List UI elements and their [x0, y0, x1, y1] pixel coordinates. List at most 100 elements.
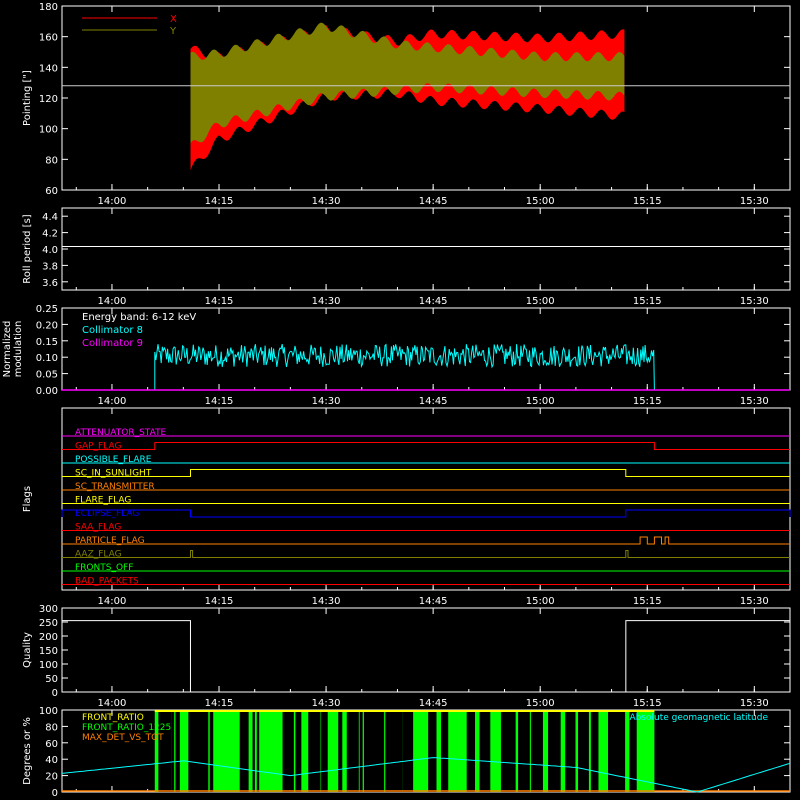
front-ratio-gap: [552, 710, 561, 792]
y-tick-label: 300: [39, 604, 58, 615]
flag-line: [62, 469, 790, 477]
front-ratio-gap: [295, 710, 302, 792]
y-tick-label: 140: [39, 63, 58, 74]
x-tick-label: 15:30: [740, 196, 769, 207]
legend-label: Collimator 9: [82, 338, 143, 349]
front-ratio-gap: [488, 710, 491, 792]
y-tick-label: 0.15: [36, 337, 58, 348]
x-tick-label: 15:30: [740, 596, 769, 607]
y-tick-label: 0.25: [36, 304, 58, 315]
y-tick-label: 3.8: [42, 261, 58, 272]
x-tick-label: 15:15: [633, 296, 662, 307]
front-ratio-gap: [171, 710, 175, 792]
y-tick-label: 0.10: [36, 353, 58, 364]
x-tick-label: 14:15: [205, 396, 234, 407]
y-tick-label: 0.05: [36, 370, 58, 381]
x-tick-label: 15:00: [526, 698, 555, 709]
y-tick-label: 250: [39, 618, 58, 629]
y-axis-label: Normalized: [2, 321, 13, 378]
x-tick-label: 14:30: [312, 396, 341, 407]
front-ratio-gap: [325, 710, 328, 792]
legend-label: FRONT_RATIO_1225: [82, 723, 171, 733]
x-tick-label: 14:30: [312, 296, 341, 307]
y-axis-label: Degrees or %: [22, 717, 33, 785]
y-tick-label: 40: [45, 755, 58, 766]
front-ratio-gap: [192, 710, 202, 792]
y-tick-label: 4.2: [42, 229, 58, 240]
legend-label: Collimator 8: [82, 325, 143, 336]
x-tick-label: 14:45: [419, 698, 448, 709]
x-tick-label: 15:30: [740, 396, 769, 407]
front-ratio-gap: [466, 710, 476, 792]
y-tick-label: 0.20: [36, 320, 58, 331]
x-tick-label: 14:30: [312, 596, 341, 607]
x-tick-label: 15:00: [526, 396, 555, 407]
legend-label: Y: [169, 26, 177, 37]
y-tick-label: 20: [45, 772, 58, 783]
front-ratio-gap: [406, 710, 412, 792]
front-ratio-gap: [308, 710, 319, 792]
axes-frame: [61, 207, 791, 291]
flag-line: [62, 550, 790, 558]
x-tick-label: 15:00: [526, 296, 555, 307]
front-ratio-gap: [175, 710, 180, 792]
x-tick-label: 15:15: [633, 196, 662, 207]
legend-label: FRONT_RATIO: [82, 713, 144, 723]
flag-line: [62, 536, 790, 545]
front-ratio-gap: [239, 710, 249, 792]
y-tick-label: 100: [39, 660, 58, 671]
x-tick-label: 14:15: [205, 296, 234, 307]
degrees-panel: Degrees or % 0 20 40 60 80 100 FRONT_RATIOFRONT…: [22, 706, 791, 799]
front-ratio-gap: [505, 710, 509, 792]
x-tick-label: 14:45: [419, 196, 448, 207]
y-tick-label: 100: [39, 125, 58, 136]
front-ratio-gap: [590, 710, 599, 792]
x-tick-label: 14:45: [419, 296, 448, 307]
front-ratio-gap: [355, 710, 359, 792]
x-tick-label: 14:45: [419, 596, 448, 607]
collimator-8-series: [154, 343, 655, 391]
y-tick-label: 120: [39, 94, 58, 105]
quality-panel: 14:00 14:15 14:30 14:45 15:00 15:15 15:30 Quali…: [22, 604, 791, 709]
x-tick-label: 15:15: [633, 396, 662, 407]
x-tick-label: 15:30: [740, 698, 769, 709]
front-ratio-gap: [385, 710, 390, 792]
modulation-panel: 14:00 14:15 14:30 14:45 15:00 15:15 15:30 Norma…: [2, 304, 791, 407]
front-ratio-gap: [432, 710, 437, 792]
x-tick-label: 14:00: [98, 596, 127, 607]
x-tick-label: 14:00: [98, 698, 127, 709]
front-ratio-gap: [616, 710, 626, 792]
front-ratio-gap: [569, 710, 575, 792]
front-ratio-gap: [393, 710, 403, 792]
y-tick-label: 3.6: [42, 278, 58, 289]
pointing-panel: 14:00 14:15 14:30 14:45 15:00 15:15 15:30 Point…: [22, 2, 791, 207]
front-ratio-gap: [376, 710, 385, 792]
front-ratio-gap: [582, 710, 589, 792]
front-ratio-gap: [256, 710, 260, 792]
front-ratio-gap: [338, 710, 343, 792]
x-tick-label: 14:00: [98, 196, 127, 207]
front-ratio-gap: [509, 710, 516, 792]
y-tick-label: 4.4: [42, 212, 58, 223]
x-tick-label: 15:00: [526, 196, 555, 207]
front-ratio-gap: [291, 710, 294, 792]
front-ratio-gap: [201, 710, 209, 792]
figure: 14:00 14:15 14:30 14:45 15:00 15:15 15:30 Point…: [2, 2, 791, 799]
x-tick-label: 14:30: [312, 698, 341, 709]
front-ratio-gap: [479, 710, 489, 792]
front-ratio-gap: [522, 710, 525, 792]
y-tick-label: 0.00: [36, 386, 58, 397]
x-tick-label: 15:15: [633, 596, 662, 607]
front-ratio-gap: [359, 710, 363, 792]
y-tick-label: 0: [52, 788, 58, 799]
x-tick-label: 15:15: [633, 698, 662, 709]
y-axis-label: Quality: [22, 632, 33, 668]
x-tick-label: 15:30: [740, 296, 769, 307]
legend-label: MAX_DET_VS_TOT: [82, 733, 164, 743]
y-axis-label: Flags: [22, 486, 33, 512]
x-tick-label: 14:30: [312, 196, 341, 207]
y-tick-label: 60: [45, 739, 58, 750]
x-tick-label: 14:45: [419, 396, 448, 407]
flags-panel: 14:00 14:15 14:30 14:45 15:00 15:15 15:30 Flags…: [22, 407, 791, 607]
energy-band-annotation: Energy band: 6-12 keV: [82, 312, 196, 323]
